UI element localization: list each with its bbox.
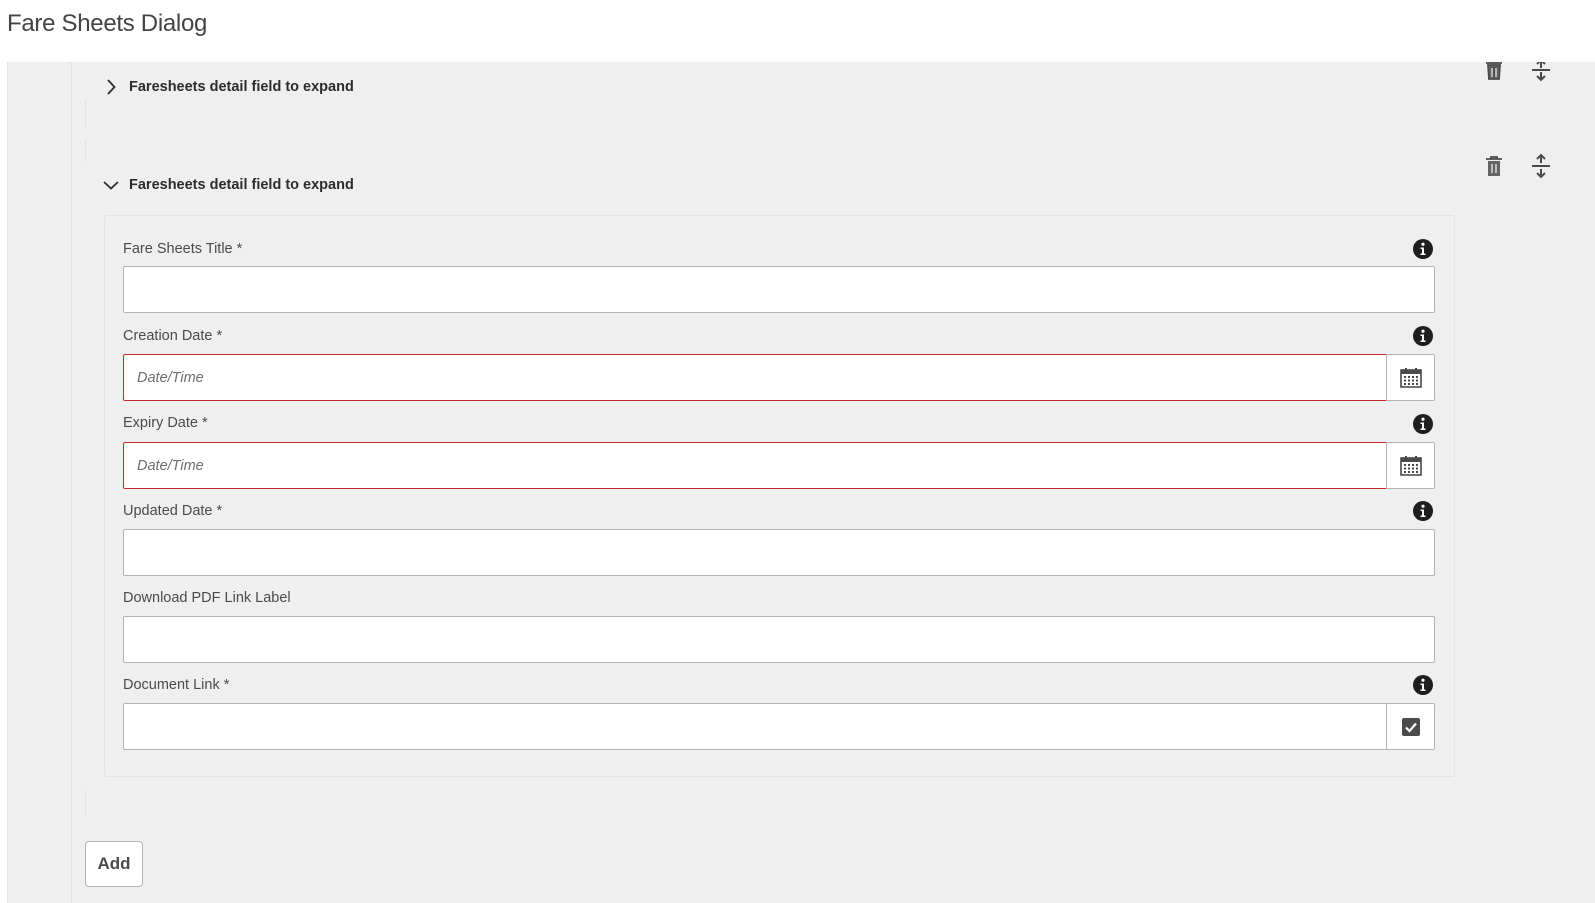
fare-sheets-title-label: Fare Sheets Title * (123, 241, 243, 257)
delete-item-button[interactable] (1480, 62, 1508, 84)
reorder-item-handle[interactable] (1527, 62, 1555, 84)
info-icon[interactable] (1412, 500, 1434, 522)
creation-date-input[interactable] (123, 354, 1388, 401)
nesting-guide (85, 140, 86, 162)
reorder-icon (1532, 62, 1550, 82)
chevron-down-icon (103, 177, 119, 193)
document-link-browse-button[interactable] (1386, 703, 1435, 750)
chevron-right-icon (103, 79, 119, 95)
download-pdf-link-label-label: Download PDF Link Label (123, 590, 291, 606)
info-icon[interactable] (1412, 325, 1434, 347)
trash-icon (1486, 156, 1502, 176)
delete-item-button[interactable] (1480, 152, 1508, 180)
updated-date-input[interactable] (123, 529, 1435, 576)
reorder-icon (1532, 153, 1550, 179)
multifield-item-expanded[interactable]: Faresheets detail field to expand (103, 173, 354, 197)
item-label: Faresheets detail field to expand (129, 79, 354, 95)
dialog-content[interactable]: Faresheets detail field to expand Faresh… (7, 62, 1595, 903)
fare-sheets-title-input[interactable] (123, 266, 1435, 313)
calendar-icon (1399, 455, 1422, 476)
expiry-date-input[interactable] (123, 442, 1388, 489)
checkbox-icon (1401, 717, 1420, 736)
expiry-date-label: Expiry Date * (123, 415, 208, 431)
add-button[interactable]: Add (85, 841, 143, 887)
info-icon[interactable] (1412, 238, 1434, 260)
expiry-date-calendar-button[interactable] (1386, 442, 1435, 489)
item-label: Faresheets detail field to expand (129, 177, 354, 193)
multifield-item-collapsed[interactable]: Faresheets detail field to expand (103, 75, 354, 99)
nesting-guide (85, 790, 86, 816)
document-link-input[interactable] (123, 703, 1388, 750)
dialog-header: Fare Sheets Dialog (0, 0, 1595, 62)
dialog-title: Fare Sheets Dialog (7, 10, 208, 37)
document-link-label: Document Link * (123, 677, 230, 693)
info-icon[interactable] (1412, 413, 1434, 435)
creation-date-calendar-button[interactable] (1386, 354, 1435, 401)
calendar-icon (1399, 367, 1422, 388)
info-icon[interactable] (1412, 674, 1434, 696)
download-pdf-link-label-input[interactable] (123, 616, 1435, 663)
trash-icon (1486, 62, 1502, 80)
nesting-guide (85, 100, 86, 128)
creation-date-label: Creation Date * (123, 328, 223, 344)
nesting-guide (71, 62, 72, 903)
reorder-item-handle[interactable] (1527, 152, 1555, 180)
updated-date-label: Updated Date * (123, 503, 223, 519)
